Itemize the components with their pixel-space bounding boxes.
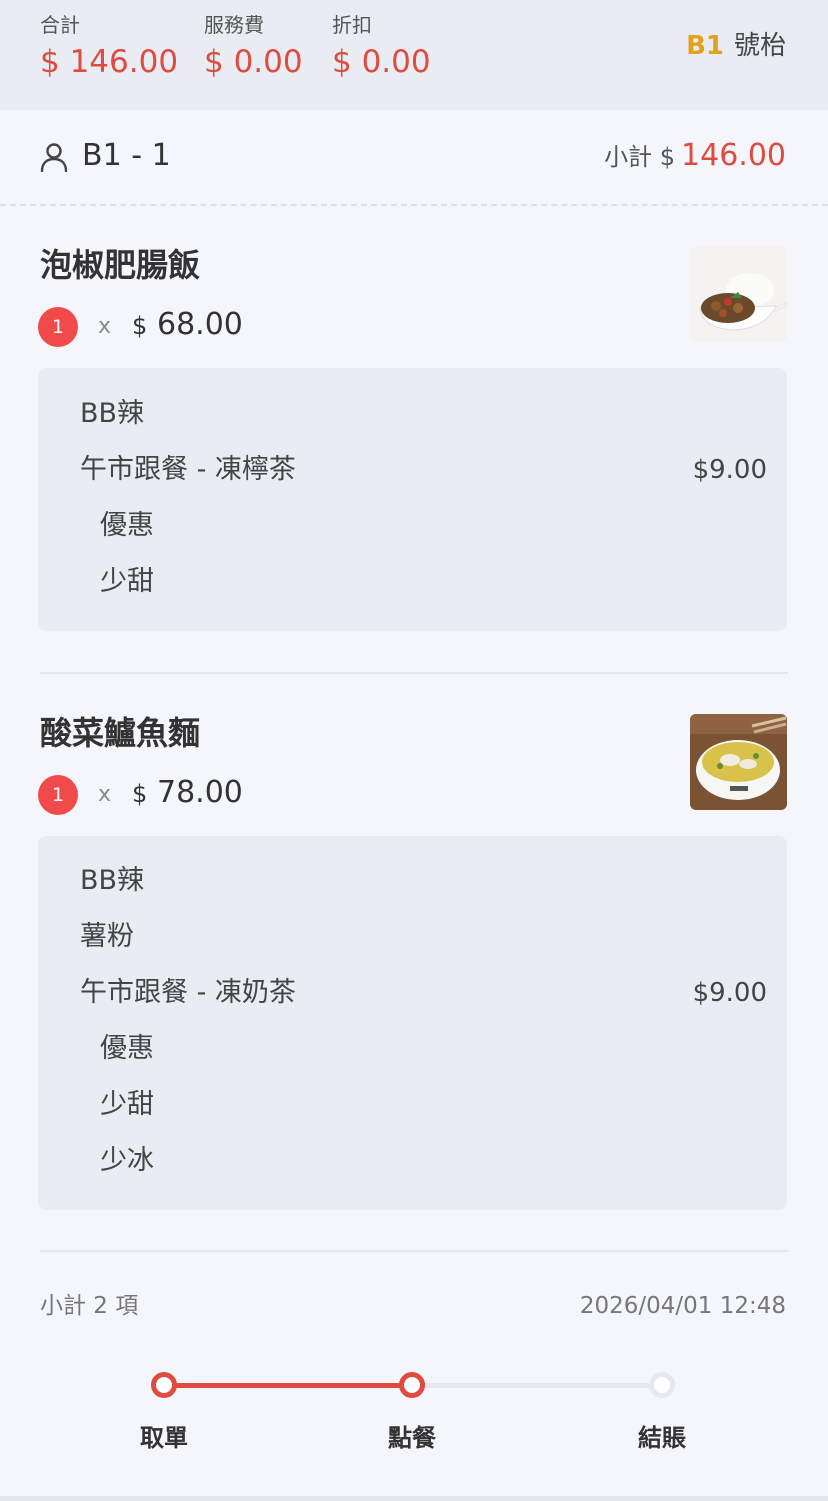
option-text: 午市跟餐 - 凍奶茶 — [80, 977, 296, 1008]
user-icon — [40, 143, 68, 172]
times-sign: x — [98, 314, 112, 339]
option-text: BB辣 — [80, 398, 145, 429]
table-number: B1 號枱 — [686, 28, 786, 64]
item-price: 78.00 — [157, 775, 243, 810]
person-subtotal: 小計 $146.00 — [604, 136, 786, 180]
subtotal-value: 146.00 — [681, 138, 786, 173]
discount-value: $ 0.00 — [332, 44, 431, 80]
option-price: $9.00 — [692, 455, 767, 485]
option-text: 午市跟餐 - 凍檸茶 — [80, 454, 296, 485]
item-count: 小計 2 項 — [40, 1293, 139, 1319]
table-code: B1 — [686, 31, 724, 61]
option-text: 少甜 — [100, 566, 154, 597]
currency-symbol: $ — [132, 780, 148, 808]
service-fee-block: 服務費 $ 0.00 — [204, 12, 303, 84]
total-value: $ 146.00 — [40, 44, 179, 80]
option-price: $9.00 — [692, 978, 767, 1008]
service-fee-value: $ 0.00 — [204, 44, 303, 80]
progress-line-pending — [412, 1383, 662, 1388]
item-price: 68.00 — [157, 307, 243, 342]
item-name: 酸菜鱸魚麵 — [40, 714, 201, 752]
times-sign: x — [98, 782, 112, 807]
option-text: 優惠 — [100, 1033, 154, 1064]
total-label: 合計 — [40, 13, 80, 37]
step-dot-ordering — [399, 1372, 425, 1398]
step-dot-checkout — [649, 1372, 675, 1398]
step-dot-pickup — [151, 1372, 177, 1398]
table-suffix: 號枱 — [733, 31, 786, 61]
item-options-panel: BB辣 薯粉 午市跟餐 - 凍奶茶 $9.00 優惠 少甜 少冰 — [38, 836, 787, 1210]
person-label: B1 - 1 — [82, 138, 171, 173]
item-options-panel: BB辣 午市跟餐 - 凍檸茶 $9.00 優惠 少甜 — [38, 368, 787, 631]
option-text: 少甜 — [100, 1089, 154, 1120]
subtotal-label: 小計 $ — [604, 143, 676, 171]
order-timestamp: 2026/04/01 12:48 — [579, 1293, 786, 1319]
discount-block: 折扣 $ 0.00 — [332, 12, 431, 84]
discount-label: 折扣 — [332, 13, 372, 37]
step-label-ordering: 點餐 — [388, 1424, 436, 1452]
total-block: 合計 $ 146.00 — [40, 12, 178, 84]
item-name: 泡椒肥腸飯 — [40, 246, 201, 284]
fish-noodle-bowl-image — [690, 714, 787, 810]
bottom-edge — [0, 1496, 828, 1501]
item-divider — [40, 1250, 788, 1252]
order-summary-bar: 合計 $ 146.00 服務費 $ 0.00 折扣 $ 0.00 B1 號枱 — [0, 0, 828, 110]
item-divider — [40, 672, 788, 674]
quantity-badge: 1 — [38, 307, 78, 347]
progress-line-done — [164, 1383, 412, 1388]
option-text: BB辣 — [80, 865, 145, 896]
currency-symbol: $ — [132, 312, 148, 340]
step-label-pickup: 取單 — [140, 1424, 188, 1452]
rice-dish-image — [690, 246, 787, 342]
option-text: 優惠 — [100, 510, 154, 541]
person-header: B1 - 1 小計 $146.00 — [0, 110, 828, 206]
quantity-badge: 1 — [38, 775, 78, 815]
service-fee-label: 服務費 — [204, 13, 264, 37]
step-label-checkout: 結賬 — [638, 1424, 686, 1452]
option-text: 少冰 — [100, 1145, 154, 1176]
option-text: 薯粉 — [80, 921, 134, 952]
